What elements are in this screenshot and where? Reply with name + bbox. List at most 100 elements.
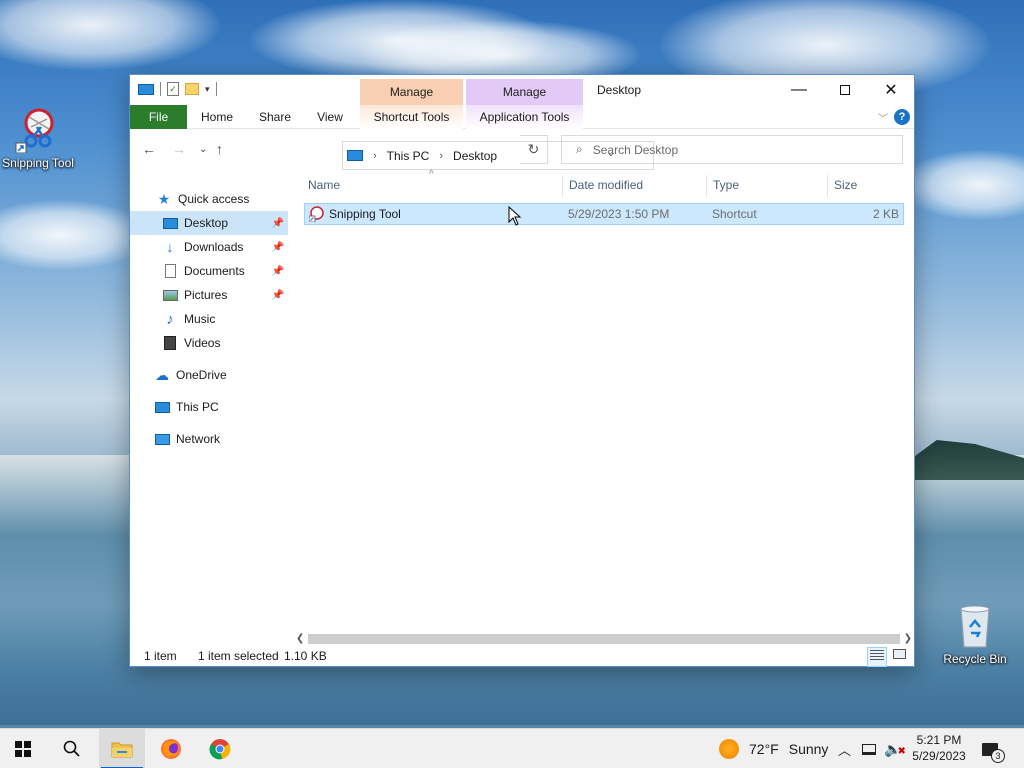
search-button[interactable] xyxy=(49,729,95,768)
recycle-bin-icon xyxy=(951,602,999,650)
context-tab-manage-application[interactable]: Manage xyxy=(466,79,583,105)
sidebar-item-label: This PC xyxy=(176,400,219,414)
details-view-icon xyxy=(870,650,884,661)
breadcrumb-desktop[interactable]: Desktop xyxy=(453,149,497,163)
weather-temperature: 72°F xyxy=(749,741,779,757)
taskbar-firefox[interactable] xyxy=(148,729,194,768)
large-icons-view-button[interactable] xyxy=(889,647,909,667)
horizontal-scrollbar[interactable]: ❮ ❯ xyxy=(292,631,916,647)
navigation-bar: ← → ⌄ ↑ › This PC › Desktop ⌄ ↻ ⌕ Search… xyxy=(130,129,914,170)
tab-share[interactable]: Share xyxy=(250,105,300,129)
clock[interactable]: 5:21 PM 5/29/2023 xyxy=(900,732,978,764)
sidebar-item-videos[interactable]: Videos xyxy=(130,331,288,355)
file-name: Snipping Tool xyxy=(329,207,401,221)
star-icon: ★ xyxy=(157,190,171,207)
column-header-date-modified[interactable]: Date modified xyxy=(563,171,706,199)
file-explorer-window: ✓ ▾ Manage Manage Desktop — ✕ File Home … xyxy=(129,74,915,667)
help-icon[interactable]: ? xyxy=(894,109,910,125)
chevron-right-icon[interactable]: › xyxy=(373,150,377,162)
back-arrow-icon[interactable]: ← xyxy=(142,141,156,157)
sun-icon xyxy=(719,739,739,759)
details-view-button[interactable] xyxy=(867,647,887,667)
cloud xyxy=(900,150,1024,220)
cloud xyxy=(0,200,150,270)
expand-ribbon-icon[interactable]: ﹀ xyxy=(878,110,888,125)
action-center-button[interactable]: 3 xyxy=(982,729,1005,768)
pin-icon[interactable]: 📌 xyxy=(272,290,284,301)
desktop-icon-recycle-bin[interactable]: Recycle Bin xyxy=(935,602,1015,666)
tab-application-tools[interactable]: Application Tools xyxy=(466,105,583,129)
sidebar-item-onedrive[interactable]: ☁ OneDrive xyxy=(130,363,288,387)
file-explorer-icon xyxy=(111,742,133,758)
status-bar: 1 item 1 item selected 1.10 KB xyxy=(130,647,914,667)
chevron-right-icon[interactable]: › xyxy=(439,150,443,162)
documents-icon xyxy=(162,263,178,279)
tab-shortcut-tools[interactable]: Shortcut Tools xyxy=(360,105,463,129)
breadcrumb-this-pc[interactable]: This PC xyxy=(387,149,430,163)
tab-file[interactable]: File xyxy=(130,105,187,129)
sidebar-item-this-pc[interactable]: This PC xyxy=(130,395,288,419)
mouse-cursor-icon xyxy=(508,206,522,226)
refresh-button[interactable]: ↻ xyxy=(520,135,548,164)
title-bar[interactable]: ✓ ▾ Manage Manage Desktop — ✕ xyxy=(130,75,914,105)
new-folder-icon[interactable] xyxy=(185,83,199,95)
properties-icon[interactable]: ✓ xyxy=(167,82,179,96)
search-icon: ⌕ xyxy=(576,142,583,156)
downloads-icon: ↓ xyxy=(166,239,174,255)
network-status-icon xyxy=(862,743,876,755)
notification-icon: 3 xyxy=(982,742,1005,763)
maximize-button[interactable] xyxy=(822,75,868,105)
sidebar-item-pictures[interactable]: Pictures 📌 xyxy=(130,283,288,307)
sidebar-item-downloads[interactable]: ↓ Downloads 📌 xyxy=(130,235,288,259)
sidebar-item-label: Pictures xyxy=(184,288,228,302)
customize-toolbar-icon[interactable]: ▾ xyxy=(205,84,210,95)
tab-home[interactable]: Home xyxy=(192,105,242,129)
sidebar-item-network[interactable]: Network xyxy=(130,427,288,451)
recent-locations-icon[interactable]: ⌄ xyxy=(199,144,207,155)
sidebar-item-quick-access[interactable]: ★ Quick access xyxy=(130,187,288,211)
search-input[interactable]: ⌕ Search Desktop xyxy=(561,135,903,164)
file-row[interactable]: Snipping Tool 5/29/2023 1:50 PM Shortcut… xyxy=(304,203,904,225)
large-icons-view-icon xyxy=(892,649,906,659)
scroll-left-icon[interactable]: ❮ xyxy=(296,631,304,647)
show-hidden-icons-button[interactable]: ︿ xyxy=(838,729,851,768)
videos-icon xyxy=(162,335,178,351)
pin-icon[interactable]: 📌 xyxy=(272,218,284,229)
weather-widget[interactable]: 72°F Sunny xyxy=(719,729,828,768)
taskbar-chrome[interactable] xyxy=(197,729,243,768)
sidebar-item-desktop[interactable]: Desktop 📌 xyxy=(130,211,288,235)
column-header-size[interactable]: Size xyxy=(828,171,904,199)
up-arrow-icon[interactable]: ↑ xyxy=(216,141,223,157)
toolbar-separator xyxy=(215,82,217,96)
pin-icon[interactable]: 📌 xyxy=(272,242,284,253)
toolbar-separator xyxy=(160,82,161,96)
sidebar-item-music[interactable]: ♪ Music xyxy=(130,307,288,331)
close-button[interactable]: ✕ xyxy=(868,75,914,105)
status-item-count: 1 item xyxy=(144,649,177,663)
context-tab-manage-shortcut[interactable]: Manage xyxy=(360,79,463,105)
desktop-folder-icon xyxy=(162,215,178,231)
column-header-type[interactable]: Type xyxy=(707,171,827,199)
tab-view[interactable]: View xyxy=(306,105,354,129)
chevron-up-icon: ︿ xyxy=(838,742,852,758)
sidebar-item-label: Downloads xyxy=(184,240,244,254)
search-icon xyxy=(63,740,80,757)
minimize-button[interactable]: — xyxy=(776,75,822,105)
desktop-icon-label: Snipping Tool xyxy=(2,156,74,170)
column-header-name[interactable]: Name xyxy=(302,171,562,199)
sidebar-item-label: Music xyxy=(184,312,216,326)
forward-arrow-icon[interactable]: → xyxy=(172,141,186,157)
search-placeholder: Search Desktop xyxy=(592,142,679,157)
scrollbar-thumb[interactable] xyxy=(308,634,900,644)
taskbar-file-explorer[interactable] xyxy=(99,729,145,768)
network-status-button[interactable] xyxy=(862,729,876,768)
desktop-icon-snipping-tool[interactable]: Snipping Tool xyxy=(0,106,78,170)
pin-icon[interactable]: 📌 xyxy=(272,266,284,277)
cloud xyxy=(0,0,220,70)
sidebar-item-label: OneDrive xyxy=(176,368,227,382)
scroll-right-icon[interactable]: ❯ xyxy=(904,631,912,647)
clock-time: 5:21 PM xyxy=(916,733,962,747)
sidebar-item-documents[interactable]: Documents 📌 xyxy=(130,259,288,283)
start-button[interactable] xyxy=(0,729,46,768)
sidebar-item-label: Desktop xyxy=(184,216,229,230)
